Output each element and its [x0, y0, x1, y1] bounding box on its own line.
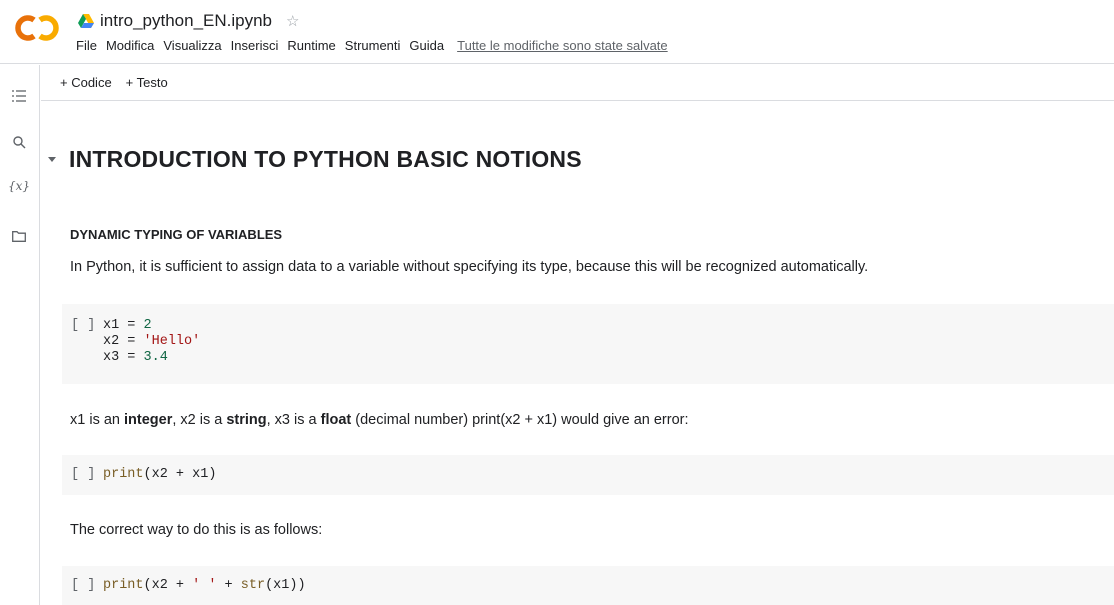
menu-file[interactable]: File [76, 38, 97, 53]
drive-icon [78, 14, 94, 28]
menu-help[interactable]: Guida [409, 38, 444, 53]
add-code-cell-button[interactable]: + Codice [60, 75, 112, 90]
code-line: x1 = 2 [103, 318, 152, 333]
code-cell[interactable]: [ ] print(x2 + x1) [62, 455, 1114, 495]
left-sidebar: {x} [0, 65, 40, 605]
cell-toolbar: + Codice + Testo [41, 65, 1114, 101]
code-line: print(x2 + x1) [103, 467, 217, 482]
code-editor[interactable]: print(x2 + ' ' + str(x1)) [103, 578, 306, 594]
paragraph-intro: In Python, it is sufficient to assign da… [70, 259, 869, 275]
menu-tools[interactable]: Strumenti [345, 38, 401, 53]
notebook-title[interactable]: intro_python_EN.ipynb [100, 11, 272, 31]
paragraph-correct-way: The correct way to do this is as follows… [70, 522, 323, 538]
run-cell-bracket[interactable]: [ ] [71, 318, 95, 333]
subheading: DYNAMIC TYPING OF VARIABLES [70, 227, 283, 242]
code-line: x2 = 'Hello' [103, 334, 201, 349]
add-text-cell-button[interactable]: + Testo [126, 75, 168, 90]
variables-icon[interactable]: {x} [8, 177, 30, 195]
code-cell[interactable]: [ ] x1 = 2 x2 = 'Hello' x3 = 3.4 [62, 304, 1114, 384]
code-editor[interactable]: x1 = 2 x2 = 'Hello' x3 = 3.4 [103, 318, 200, 366]
menu-edit[interactable]: Modifica [106, 38, 154, 53]
collapse-chevron-icon[interactable] [41, 149, 63, 171]
title-row: intro_python_EN.ipynb ☆ [78, 10, 299, 32]
folder-icon[interactable] [10, 227, 28, 245]
code-line: x3 = 3.4 [103, 350, 168, 365]
section-header: INTRODUCTION TO PYTHON BASIC NOTIONS [41, 146, 582, 173]
menu-runtime[interactable]: Runtime [287, 38, 335, 53]
menu-bar: File Modifica Visualizza Inserisci Runti… [76, 38, 668, 53]
save-status-link[interactable]: Tutte le modifiche sono state salvate [457, 38, 668, 53]
star-icon[interactable]: ☆ [286, 12, 299, 30]
code-editor[interactable]: print(x2 + x1) [103, 467, 216, 483]
run-cell-bracket[interactable]: [ ] [71, 578, 95, 593]
section-heading: INTRODUCTION TO PYTHON BASIC NOTIONS [69, 146, 582, 172]
paragraph-types: x1 is an integer, x2 is a string, x3 is … [70, 412, 689, 428]
menu-view[interactable]: Visualizza [163, 38, 221, 53]
toc-icon[interactable] [10, 87, 28, 105]
search-icon[interactable] [10, 133, 28, 151]
code-cell[interactable]: [ ] print(x2 + ' ' + str(x1)) [62, 566, 1114, 605]
header: intro_python_EN.ipynb ☆ File Modifica Vi… [0, 0, 1114, 64]
menu-insert[interactable]: Inserisci [231, 38, 279, 53]
notebook-content: INTRODUCTION TO PYTHON BASIC NOTIONS DYN… [41, 102, 1114, 605]
code-line: print(x2 + ' ' + str(x1)) [103, 578, 306, 593]
run-cell-bracket[interactable]: [ ] [71, 467, 95, 482]
colab-logo[interactable] [14, 14, 60, 42]
